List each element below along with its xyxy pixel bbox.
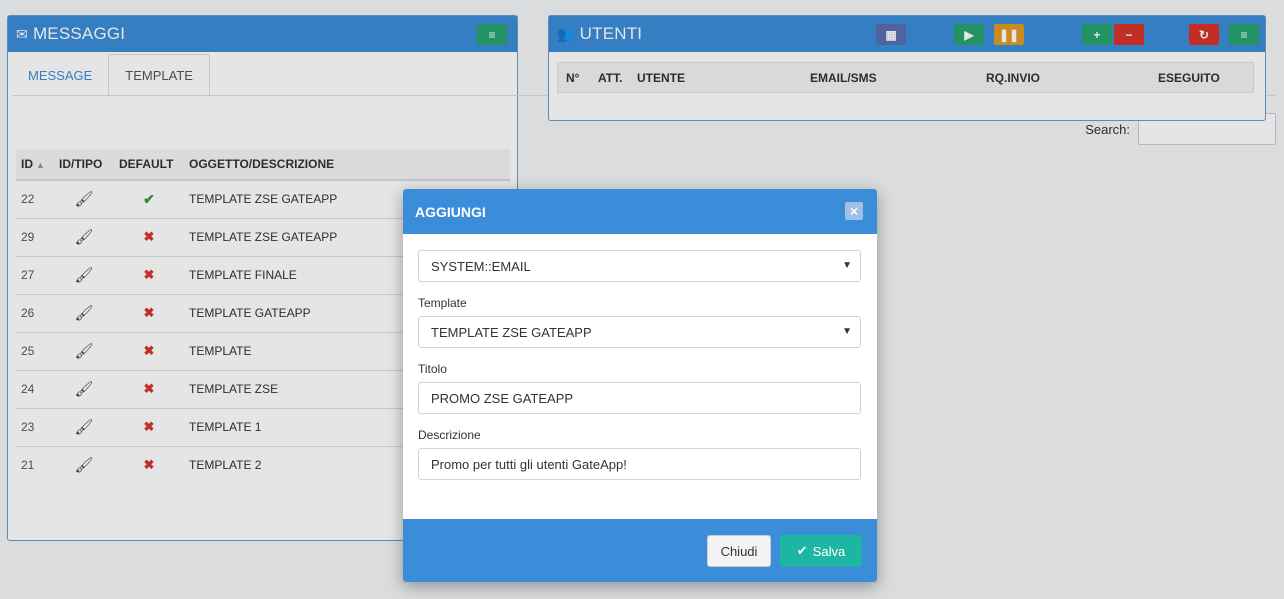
titolo-input[interactable]: PROMO ZSE GATEAPP	[418, 382, 861, 414]
salva-button[interactable]: ✔ Salva	[780, 535, 862, 567]
aggiungi-modal: AGGIUNGI × SYSTEM::EMAIL ▼ Template TEMP…	[403, 189, 877, 582]
salva-button-label: Salva	[812, 543, 846, 559]
modal-body: SYSTEM::EMAIL ▼ Template TEMPLATE ZSE GA…	[403, 234, 877, 480]
titolo-label: Titolo	[418, 362, 447, 376]
template-select[interactable]: TEMPLATE ZSE GATEAPP ▼	[418, 316, 861, 348]
template-select-value: TEMPLATE ZSE GATEAPP	[431, 324, 592, 340]
modal-header: AGGIUNGI ×	[403, 189, 877, 234]
close-icon[interactable]: ×	[845, 202, 863, 220]
chevron-down-icon: ▼	[842, 326, 852, 337]
type-select-value: SYSTEM::EMAIL	[431, 258, 531, 274]
chevron-down-icon: ▼	[842, 260, 852, 271]
modal-title: AGGIUNGI	[415, 203, 486, 220]
descrizione-label: Descrizione	[418, 428, 481, 442]
titolo-value: PROMO ZSE GATEAPP	[431, 390, 574, 406]
descrizione-input[interactable]: Promo per tutti gli utenti GateApp!	[418, 448, 861, 480]
template-label: Template	[418, 296, 467, 310]
check-icon: ✔	[796, 543, 808, 558]
modal-footer: Chiudi ✔ Salva	[403, 519, 877, 582]
descrizione-value: Promo per tutti gli utenti GateApp!	[431, 456, 627, 472]
chiudi-button[interactable]: Chiudi	[707, 535, 771, 567]
type-select[interactable]: SYSTEM::EMAIL ▼	[418, 250, 861, 282]
